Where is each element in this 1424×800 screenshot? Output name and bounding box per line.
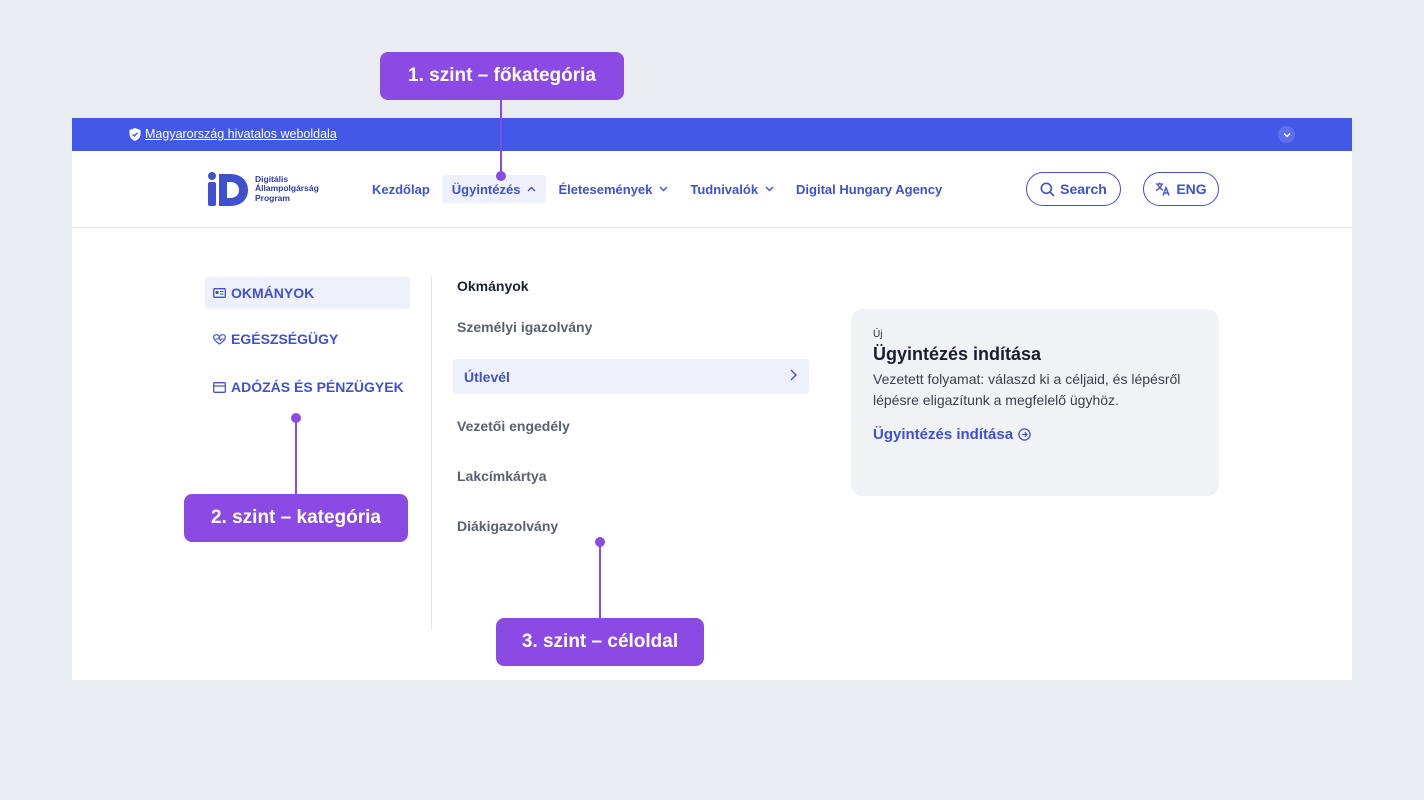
subitem-label: Vezetői engedély <box>457 417 570 434</box>
site-header: Digitális Állampolgárság Program Kezdőla… <box>72 151 1352 228</box>
subitem-label: Lakcímkártya <box>457 467 547 484</box>
language-button[interactable]: ENG <box>1143 172 1219 206</box>
wallet-icon <box>213 381 226 393</box>
annotation-1-dot <box>496 171 506 181</box>
nav-item-label: Kezdőlap <box>372 181 430 197</box>
annotation-level-1: 1. szint – főkategória <box>380 52 624 100</box>
official-site-banner: Magyarország hivatalos weboldala <box>72 118 1352 151</box>
website-frame: Magyarország hivatalos weboldala Digitál… <box>72 118 1352 680</box>
category-egeszsegugy[interactable]: EGÉSZSÉGÜGY <box>205 323 410 355</box>
search-icon <box>1040 182 1055 197</box>
annotation-label: 2. szint – kategória <box>210 507 381 528</box>
category-adozas-es-penzugyek[interactable]: ADÓZÁS ÉS PÉNZÜGYEK <box>205 371 410 403</box>
nav-item-label: Életesemények <box>558 181 653 197</box>
category-okmanyok[interactable]: OKMÁNYOK <box>205 277 410 309</box>
annotation-2-connector <box>295 418 297 496</box>
new-badge: Új <box>873 329 883 340</box>
nav-item-eletesemenyek[interactable]: Életesemények <box>548 175 678 203</box>
subitem-lakcimkartya[interactable]: Lakcímkártya <box>453 458 809 493</box>
annotation-1-connector <box>500 99 502 176</box>
chevron-down-icon <box>765 186 774 192</box>
subitem-utlevel[interactable]: Útlevél <box>453 359 809 394</box>
nav-item-kezdolap[interactable]: Kezdőlap <box>362 175 440 203</box>
nav-item-label: Ügyintézés <box>451 181 521 197</box>
annotation-2-dot <box>291 413 301 423</box>
subitem-szemelyi-igazolvany[interactable]: Személyi igazolvány <box>453 309 809 344</box>
start-process-card: Új Ügyintézés indítása Vezetett folyamat… <box>851 309 1219 496</box>
annotation-level-3: 3. szint – céloldal <box>496 618 704 666</box>
language-label: ENG <box>1176 181 1207 197</box>
banner-expand-button[interactable] <box>1278 126 1295 143</box>
nav-item-ugyintezes[interactable]: Ügyintézés <box>441 175 547 203</box>
heart-pulse-icon <box>213 333 226 345</box>
chevron-down-icon <box>1283 132 1290 137</box>
subitem-label: Diákigazolvány <box>457 517 559 534</box>
subpanel-title: Okmányok <box>457 278 529 294</box>
category-label: EGÉSZSÉGÜGY <box>231 331 339 347</box>
card-link-label: Ügyintézés indítása <box>873 426 1014 443</box>
chevron-right-icon <box>790 369 797 381</box>
annotation-label: 3. szint – céloldal <box>521 631 679 652</box>
subitem-label: Útlevél <box>464 368 510 385</box>
nav-item-tudnivalok[interactable]: Tudnivalók <box>680 175 784 203</box>
logo-line-3: Program <box>255 192 290 203</box>
arrow-circle-right-icon <box>1018 428 1031 441</box>
category-label: ADÓZÁS ÉS PÉNZÜGYEK <box>231 379 404 395</box>
id-logo-icon <box>208 172 248 206</box>
logo-wordmark: Digitális Állampolgárság Program <box>255 174 319 204</box>
start-process-link[interactable]: Ügyintézés indítása <box>873 426 1197 443</box>
card-title: Ügyintézés indítása <box>873 344 1042 364</box>
annotation-label: 1. szint – főkategória <box>408 65 596 86</box>
translate-icon <box>1156 182 1170 196</box>
annotation-3-dot <box>595 537 605 547</box>
annotation-3-connector <box>599 542 601 620</box>
nav-item-label: Digital Hungary Agency <box>796 181 943 197</box>
menu-divider <box>431 276 432 630</box>
chevron-down-icon <box>659 186 668 192</box>
main-nav: Kezdőlap Ügyintézés Életesemények Tudniv… <box>362 175 954 203</box>
id-card-icon <box>213 288 226 298</box>
site-logo[interactable]: Digitális Állampolgárság Program <box>206 171 319 207</box>
subitem-diakigazolvany[interactable]: Diákigazolvány <box>453 508 809 543</box>
subitem-vezetoi-engedely[interactable]: Vezetői engedély <box>453 408 809 443</box>
nav-item-label: Tudnivalók <box>690 181 759 197</box>
search-button[interactable]: Search <box>1026 172 1121 206</box>
annotation-level-2: 2. szint – kategória <box>184 494 408 542</box>
nav-item-digital-hungary-agency[interactable]: Digital Hungary Agency <box>786 175 952 203</box>
search-label: Search <box>1060 181 1107 197</box>
chevron-up-icon <box>527 186 536 192</box>
subitem-label: Személyi igazolvány <box>457 318 593 335</box>
card-description: Vezetett folyamat: válaszd ki a céljaid,… <box>873 371 1181 408</box>
shield-icon <box>129 128 141 141</box>
category-label: OKMÁNYOK <box>231 285 315 301</box>
official-site-link[interactable]: Magyarország hivatalos weboldala <box>145 127 337 141</box>
